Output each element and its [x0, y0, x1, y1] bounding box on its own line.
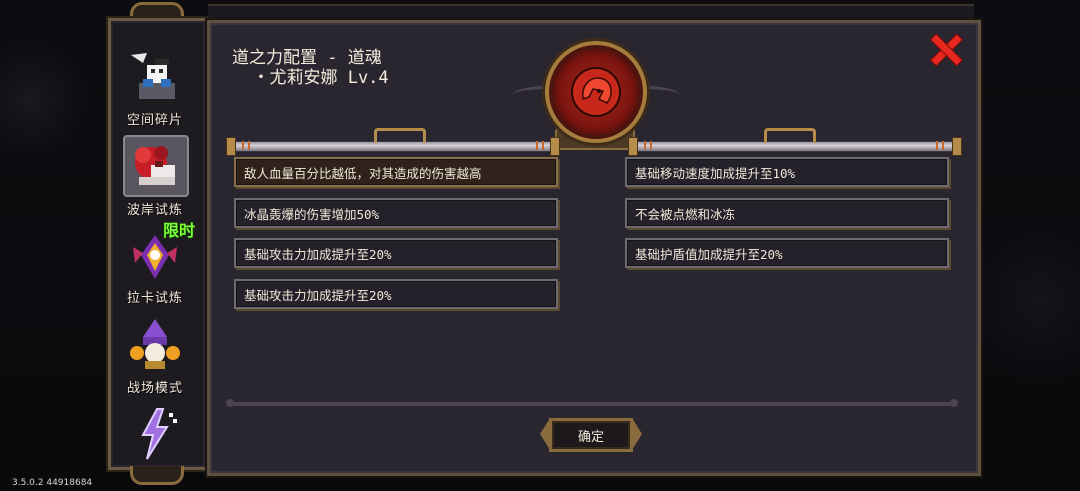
rail-stripe — [936, 141, 938, 150]
rail-stripe — [644, 141, 646, 150]
rail-stripe — [242, 141, 244, 150]
effect-item[interactable]: 基础护盾值加成提升至20% — [625, 238, 949, 268]
sidebar-item-raka-trial[interactable]: 限时 拉卡试炼 — [115, 221, 195, 309]
effect-item[interactable]: 敌人血量百分比越低，对其造成的伤害越高 — [234, 157, 558, 187]
sidebar-item-label: 拉卡试炼 — [126, 291, 183, 306]
limited-time-badge: 限时 — [162, 221, 195, 240]
rail-stripe — [942, 141, 944, 150]
close-button[interactable] — [930, 34, 962, 66]
rail-stripe — [536, 141, 538, 150]
mode-sidebar[interactable]: 空间碎片 波岸试炼 限时 拉卡试炼 战场模式 — [108, 18, 208, 470]
sidebar-bottom-ornament — [130, 466, 184, 485]
effect-item[interactable]: 不会被点燃和冰冻 — [625, 198, 949, 228]
effect-item[interactable]: 冰晶轰爆的伤害增加50% — [234, 198, 558, 228]
effect-item[interactable]: 基础攻击力加成提升至20% — [234, 238, 558, 268]
right-rail-cap-end — [952, 137, 962, 156]
lightning-mode-icon — [125, 405, 185, 461]
sidebar-item-wave-shore-trial[interactable]: 波岸试炼 — [115, 133, 195, 221]
battlefield-mode-icon — [125, 317, 185, 373]
soul-emblem — [545, 41, 647, 143]
left-rail-cap-start — [226, 137, 236, 156]
version-label: 3.5.0.2 44918684 — [12, 478, 93, 488]
sidebar-item-lightning-mode[interactable] — [115, 399, 195, 467]
confirm-button[interactable]: 确定 — [549, 418, 633, 452]
bottom-divider — [226, 399, 958, 407]
arrow-right-icon — [632, 418, 642, 450]
left-rail-handle — [374, 128, 426, 143]
dialog-title: 道之力配置 - 道魂 ・尤莉安娜 Lv.4 — [232, 48, 389, 88]
sidebar-item-battlefield-mode[interactable]: 战场模式 — [115, 311, 195, 399]
rail-stripe — [542, 141, 544, 150]
right-rail-cap-start — [628, 137, 638, 156]
sidebar-item-label: 战场模式 — [126, 381, 183, 396]
sidebar-item-label: 波岸试炼 — [126, 203, 183, 218]
red-hair-portrait-icon — [569, 65, 623, 119]
rail-stripe — [650, 141, 652, 150]
space-shard-icon — [125, 49, 185, 105]
wave-shore-trial-icon — [123, 135, 189, 197]
left-rail-cap-end — [550, 137, 560, 156]
effect-item[interactable]: 基础移动速度加成提升至10% — [625, 157, 949, 187]
sidebar-item-space-shard[interactable]: 空间碎片 — [115, 43, 195, 131]
right-rail-handle — [764, 128, 816, 143]
sidebar-item-label: 空间碎片 — [126, 113, 183, 128]
rail-stripe — [248, 141, 250, 150]
effect-item[interactable]: 基础攻击力加成提升至20% — [234, 279, 558, 309]
